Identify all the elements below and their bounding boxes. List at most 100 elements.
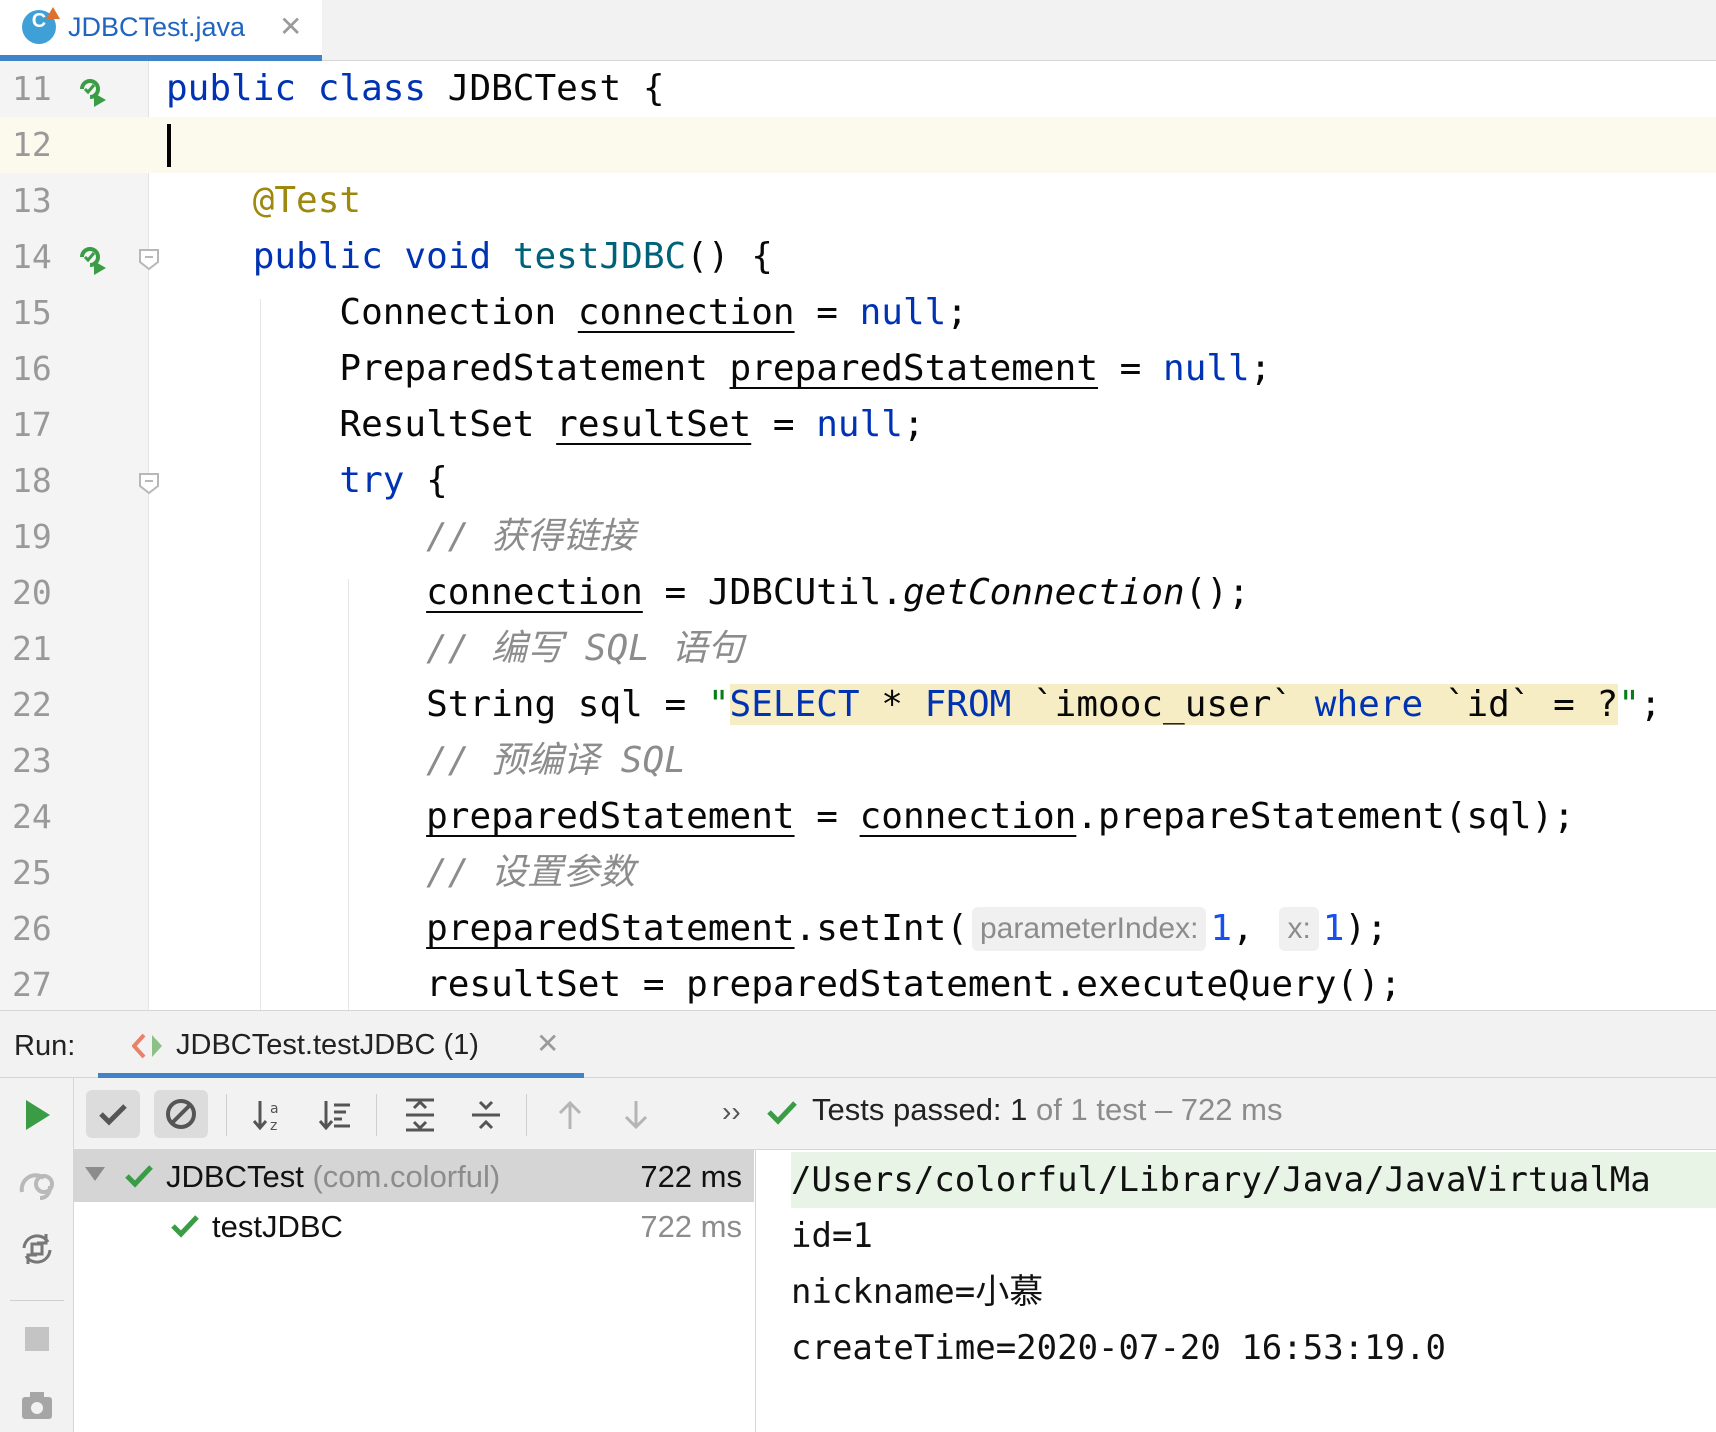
close-tab-icon[interactable]: ✕: [279, 10, 302, 43]
code-line[interactable]: 17 ResultSet resultSet = null;: [0, 397, 1716, 453]
code-line[interactable]: 21 // 编写 SQL 语句: [0, 621, 1716, 677]
code-line[interactable]: 15 Connection connection = null;: [0, 285, 1716, 341]
code-line[interactable]: 14 public void testJDBC() {: [0, 229, 1716, 285]
run-test-icon[interactable]: [72, 239, 108, 275]
code-text: public void testJDBC() {: [252, 236, 773, 277]
line-number: 20: [12, 573, 52, 612]
collapse-all-button[interactable]: [458, 1090, 512, 1138]
code-text: String sql = "SELECT * FROM `imooc_user`…: [166, 684, 1662, 725]
sort-by-duration-button[interactable]: [308, 1090, 362, 1138]
code-text: try {: [339, 460, 448, 501]
test-results-tree: JDBCTest (com.colorful) 722 ms testJDBC …: [74, 1150, 756, 1432]
line-number: 25: [12, 853, 52, 892]
run-config-tab[interactable]: JDBCTest.testJDBC (1) ✕: [98, 1011, 584, 1078]
test-passed-icon: [125, 1165, 153, 1188]
code-editor[interactable]: 11 public class JDBCTest { 12 13 @Test 1…: [0, 61, 1716, 1010]
line-number: 13: [12, 181, 52, 220]
test-passed-icon: [171, 1215, 199, 1238]
code-line[interactable]: 16 PreparedStatement preparedStatement =…: [0, 341, 1716, 397]
camera-icon[interactable]: [16, 1384, 58, 1426]
more-actions-icon[interactable]: ››: [722, 1096, 741, 1128]
line-number: 22: [12, 685, 52, 724]
code-text: connection = JDBCUtil.getConnection();: [426, 572, 1250, 613]
code-line[interactable]: 18 try {: [0, 453, 1716, 509]
show-passed-button[interactable]: [86, 1090, 140, 1138]
code-text: @Test: [252, 180, 362, 221]
code-line[interactable]: 22 String sql = "SELECT * FROM `imooc_us…: [0, 677, 1716, 733]
run-side-toolbar: [0, 1078, 74, 1432]
sort-alpha-icon: a z: [252, 1101, 279, 1133]
stop-icon[interactable]: [16, 1318, 58, 1360]
run-tab-label: JDBCTest.testJDBC (1): [176, 1029, 479, 1061]
code-line[interactable]: 27 resultSet = preparedStatement.execute…: [0, 957, 1716, 1010]
collapse-all-icon: [472, 1100, 500, 1130]
class-name: JDBCTest: [166, 1159, 304, 1194]
code-line[interactable]: 25 // 设置参数: [0, 845, 1716, 901]
line-number: 12: [0, 117, 149, 173]
close-run-tab-icon[interactable]: ✕: [536, 1027, 559, 1060]
file-tab-jdbctest[interactable]: C JDBCTest.java ✕: [0, 0, 322, 61]
console-line: createTime=2020-07-20 16:53:19.0: [791, 1328, 1447, 1368]
console-output[interactable]: /Users/colorful/Library/Java/JavaVirtual…: [757, 1150, 1716, 1432]
code-text: resultSet = preparedStatement.executeQue…: [166, 964, 1402, 1005]
rerun-icon[interactable]: [16, 1094, 58, 1136]
code-line[interactable]: 24 preparedStatement = connection.prepar…: [0, 789, 1716, 845]
line-number: 27: [12, 965, 52, 1004]
console-line: id=1: [791, 1216, 873, 1256]
ignored-icon: [166, 1099, 196, 1129]
chevron-down-icon[interactable]: [84, 1166, 106, 1182]
rerun-failed-tests-icon[interactable]: [16, 1164, 58, 1206]
toggle-auto-test-icon[interactable]: [16, 1228, 58, 1270]
svg-text:a: a: [270, 1101, 279, 1117]
console-command-line: /Users/colorful/Library/Java/JavaVirtual…: [791, 1152, 1716, 1208]
fold-marker-icon[interactable]: [137, 471, 161, 495]
test-class-name: JDBCTest (com.colorful): [166, 1159, 500, 1195]
sort-alphabetically-button[interactable]: a z: [242, 1090, 296, 1138]
test-class-row[interactable]: JDBCTest (com.colorful) 722 ms: [74, 1150, 754, 1202]
code-text: // 预编译 SQL: [426, 740, 686, 781]
code-line[interactable]: 20 connection = JDBCUtil.getConnection()…: [0, 565, 1716, 621]
code-text: PreparedStatement preparedStatement = nu…: [166, 348, 1272, 389]
code-text: preparedStatement = connection.prepareSt…: [426, 796, 1575, 837]
code-line[interactable]: 19 // 获得链接: [0, 509, 1716, 565]
toolbar-separator: [376, 1094, 377, 1136]
run-test-icon[interactable]: [72, 71, 108, 107]
status-count: 1: [1010, 1092, 1028, 1127]
tests-passed-check-icon: [767, 1101, 797, 1125]
checkmark-icon: [99, 1104, 127, 1126]
code-text: preparedStatement.setInt(parameterIndex:…: [426, 907, 1388, 951]
code-line[interactable]: 26 preparedStatement.setInt(parameterInd…: [0, 901, 1716, 957]
test-status-text: Tests passed: 1 of 1 test – 722 ms: [812, 1092, 1282, 1128]
arrow-up-icon: [558, 1100, 582, 1129]
code-text: // 设置参数: [426, 852, 636, 893]
code-line[interactable]: 11 public class JDBCTest {: [0, 61, 1716, 117]
line-number: 26: [12, 909, 52, 948]
next-test-button[interactable]: [608, 1090, 662, 1138]
sort-duration-icon: [318, 1101, 350, 1131]
expand-all-icon: [406, 1098, 434, 1132]
code-text: // 获得链接: [426, 516, 636, 557]
line-number: 21: [12, 629, 52, 668]
code-line[interactable]: 23 // 预编译 SQL: [0, 733, 1716, 789]
code-line[interactable]: 13 @Test: [0, 173, 1716, 229]
editor-tab-bar: C JDBCTest.java ✕: [0, 0, 1716, 61]
arrow-down-icon: [624, 1101, 648, 1130]
java-class-icon: C: [22, 7, 60, 44]
package-name: (com.colorful): [312, 1159, 501, 1194]
run-tool-window-header: Run: JDBCTest.testJDBC (1) ✕: [0, 1010, 1716, 1078]
svg-text:z: z: [270, 1118, 277, 1133]
previous-test-button[interactable]: [542, 1090, 596, 1138]
test-method-row[interactable]: testJDBC 722 ms: [74, 1200, 754, 1252]
code-text: // 编写 SQL 语句: [426, 628, 744, 669]
console-line: nickname=小慕: [791, 1272, 1044, 1312]
code-text: Connection connection = null;: [166, 292, 968, 333]
expand-all-button[interactable]: [392, 1090, 446, 1138]
file-tab-label: JDBCTest.java: [68, 12, 246, 42]
fold-marker-icon[interactable]: [137, 247, 161, 271]
show-ignored-button[interactable]: [154, 1090, 208, 1138]
code-line-current[interactable]: 12: [0, 117, 1716, 173]
line-number: 17: [12, 405, 52, 444]
status-suffix: of 1 test – 722 ms: [1036, 1092, 1283, 1127]
test-duration: 722 ms: [640, 1209, 742, 1244]
test-duration: 722 ms: [640, 1159, 742, 1194]
